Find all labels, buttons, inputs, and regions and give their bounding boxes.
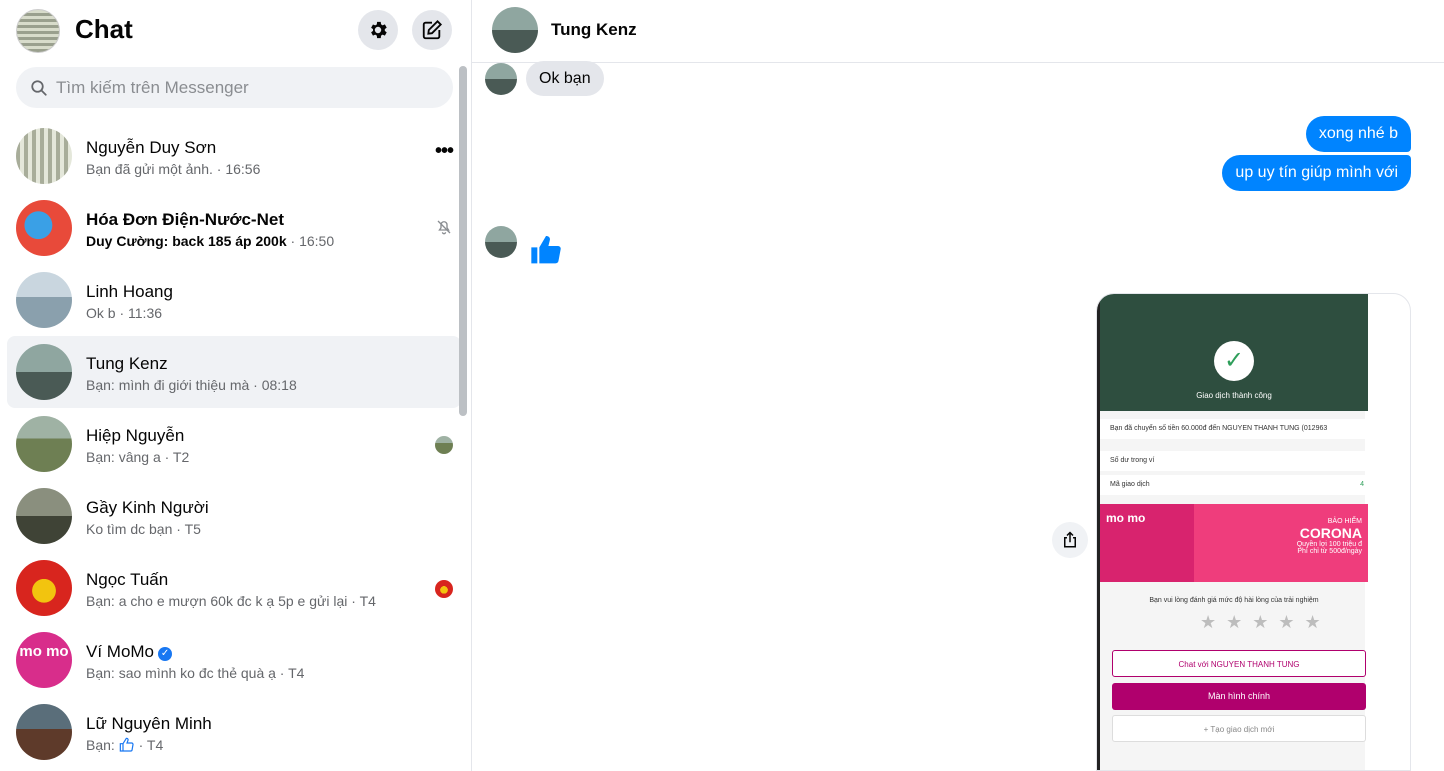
- avatar: [16, 128, 72, 184]
- share-icon: [1064, 531, 1076, 548]
- new-message-button[interactable]: [412, 10, 452, 50]
- sidebar-header: Chat: [0, 0, 472, 62]
- contact-avatar[interactable]: [492, 7, 538, 53]
- message-bubble-outgoing: up uy tín giúp mình với: [1222, 155, 1411, 191]
- conversation-item[interactable]: Lữ Nguyên Minh Bạn: · T4: [7, 696, 461, 768]
- promo-banner: mo mo BẢO HIỂM CORONA Quyền lợi 100 triệ…: [1100, 504, 1368, 582]
- conversation-preview: Ok b · 11:36: [86, 305, 163, 321]
- conversation-name: Hóa Đơn Điện-Nước-Net: [86, 210, 284, 229]
- seen-avatar: [435, 580, 453, 598]
- conversation-name: Hiệp Nguyễn: [86, 426, 185, 445]
- conversation-preview: Ko tìm dc bạn · T5: [86, 521, 201, 537]
- avatar: mo mo: [16, 632, 72, 688]
- settings-button[interactable]: [358, 10, 398, 50]
- sender-avatar: [485, 226, 517, 258]
- receipt-line: Bạn đã chuyển số tiền 60.000đ đến NGUYEN…: [1100, 419, 1368, 439]
- avatar: [16, 272, 72, 328]
- conversation-name: Lữ Nguyên Minh: [86, 714, 212, 733]
- conversation-name: Linh Hoang: [86, 282, 173, 301]
- receipt-line: Số dư trong ví: [1100, 451, 1368, 471]
- conversation-preview: Bạn: a cho e mượn 60k đc k ạ 5p e gửi lạ…: [86, 593, 376, 609]
- conversation-item-active[interactable]: Tung Kenz Bạn: mình đi giới thiệu mà · 0…: [7, 336, 461, 408]
- image-attachment[interactable]: ✓ Giao dịch thành công Bạn đã chuyển số …: [1096, 293, 1411, 771]
- receipt-status: Giao dịch thành công: [1196, 391, 1272, 400]
- conversation-name: Ngọc Tuấn: [86, 570, 169, 589]
- promo-text: BẢO HIỂM CORONA Quyền lợi 100 triệu đ Ph…: [1296, 518, 1362, 555]
- sidebar-title: Chat: [75, 14, 133, 44]
- more-options-icon[interactable]: •••: [435, 140, 454, 163]
- conversation-item[interactable]: mo mo Ví MoMo ✓ Bạn: sao mình ko đc thẻ q…: [7, 624, 461, 696]
- receipt-header: ✓ Giao dịch thành công: [1100, 294, 1368, 411]
- chat-header: Tung Kenz: [472, 0, 1444, 63]
- conversation-item[interactable]: Linh Hoang Ok b · 11:36: [7, 264, 461, 336]
- gear-icon: [371, 21, 387, 39]
- search-box: [16, 67, 453, 108]
- avatar: [16, 704, 72, 760]
- conversation-item[interactable]: Hóa Đơn Điện-Nước-Net Duy Cường: back 18…: [7, 192, 461, 264]
- avatar: [16, 344, 72, 400]
- chat-panel: Tung Kenz Ok bạn xong nhé b up uy tín gi…: [472, 0, 1444, 771]
- like-sticker-icon: [530, 234, 562, 271]
- conversation-preview: Bạn đã gửi một ảnh. · 16:56: [86, 161, 261, 177]
- messenger-app: Chat Nguyễn Duy Sơ: [0, 0, 1444, 771]
- search-icon: [31, 80, 47, 96]
- contact-name[interactable]: Tung Kenz: [551, 20, 637, 40]
- avatar: [16, 560, 72, 616]
- message-bubble-outgoing: xong nhé b: [1305, 116, 1411, 152]
- conversation-list: Nguyễn Duy Sơn Bạn đã gửi một ảnh. · 16:…: [0, 120, 462, 771]
- verified-badge-icon: ✓: [158, 647, 173, 661]
- conversation-preview: Bạn: sao mình ko đc thẻ quà ạ · T4: [86, 665, 305, 681]
- rating-prompt: Bạn vui lòng đánh giá mức độ hài lòng củ…: [1149, 597, 1319, 604]
- receipt-line: Mã giao dịch 4: [1100, 475, 1368, 495]
- seen-avatar: [435, 436, 453, 454]
- conversation-preview: Bạn: · T4: [86, 737, 164, 753]
- conversation-name: Nguyễn Duy Sơn: [86, 138, 217, 157]
- sidebar: Chat Nguyễn Duy Sơ: [0, 0, 472, 771]
- conversation-preview: Bạn: vâng a · T2: [86, 449, 190, 465]
- rating-stars-icon: ★★★★★: [1200, 612, 1331, 632]
- conversation-item[interactable]: Ngọc Tuấn Bạn: a cho e mượn 60k đc k ạ 5…: [7, 552, 461, 624]
- compose-icon: [422, 19, 443, 40]
- conversation-item[interactable]: Nguyễn Duy Sơn Bạn đã gửi một ảnh. · 16:…: [7, 120, 461, 192]
- muted-icon: [435, 218, 453, 241]
- conversation-name: Ví MoMo ✓: [86, 642, 173, 662]
- sidebar-scrollbar[interactable]: [459, 66, 467, 416]
- avatar: [16, 416, 72, 472]
- conversation-name: Gầy Kinh Người: [86, 498, 209, 517]
- sender-avatar: [485, 63, 517, 95]
- receipt-chat-button: Chat với NGUYEN THANH TUNG: [1112, 650, 1366, 677]
- conversation-item[interactable]: Gầy Kinh Người Ko tìm dc bạn · T5: [7, 480, 461, 552]
- check-icon: ✓: [1214, 341, 1254, 381]
- message-bubble-incoming: Ok bạn: [526, 61, 604, 96]
- share-button[interactable]: [1052, 522, 1088, 558]
- receipt-home-button: Màn hình chính: [1112, 683, 1366, 710]
- search-input[interactable]: [56, 67, 436, 108]
- momo-logo: mo mo: [1106, 511, 1146, 525]
- like-icon: [119, 737, 134, 752]
- conversation-preview: Duy Cường: back 185 áp 200k · 16:50: [86, 233, 335, 249]
- conversation-item[interactable]: Hiệp Nguyễn Bạn: vâng a · T2: [7, 408, 461, 480]
- conversation-preview: Bạn: mình đi giới thiệu mà · 08:18: [86, 377, 297, 393]
- receipt-screenshot: ✓ Giao dịch thành công Bạn đã chuyển số …: [1097, 294, 1368, 770]
- avatar: [16, 200, 72, 256]
- conversation-name: Tung Kenz: [86, 354, 168, 373]
- profile-avatar[interactable]: [16, 9, 60, 53]
- avatar: [16, 488, 72, 544]
- receipt-new-transaction-button: + Tạo giao dịch mới: [1112, 715, 1366, 742]
